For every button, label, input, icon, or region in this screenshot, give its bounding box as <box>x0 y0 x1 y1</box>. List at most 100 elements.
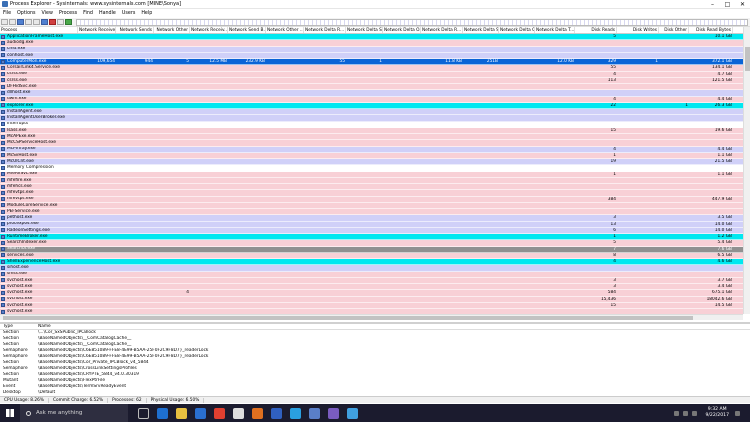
column-header[interactable]: Network Delta O... <box>499 27 535 33</box>
file-explorer-icon[interactable] <box>176 407 187 419</box>
column-header[interactable]: Network Delta R... <box>304 27 346 33</box>
app3-icon[interactable] <box>347 407 358 419</box>
column-header[interactable]: Process <box>0 27 78 33</box>
system-info-icon[interactable] <box>17 19 24 25</box>
vertical-scrollbar[interactable] <box>743 27 750 314</box>
table-cell <box>617 84 659 89</box>
table-cell <box>499 228 535 233</box>
process-icon <box>1 222 5 227</box>
menu-process[interactable]: Process <box>56 11 80 16</box>
table-cell <box>266 59 304 64</box>
app2-icon[interactable] <box>328 407 339 419</box>
find-icon[interactable] <box>57 19 64 25</box>
table-cell: 1.1 GB <box>717 171 732 177</box>
table-cell <box>383 122 421 127</box>
store-icon[interactable] <box>195 407 206 419</box>
menu-options[interactable]: Options <box>14 11 39 16</box>
table-cell: 3.7 GB <box>717 277 732 283</box>
target-icon[interactable] <box>65 19 72 25</box>
table-cell <box>154 278 190 283</box>
table-cell <box>154 47 190 52</box>
table-cell <box>463 184 499 189</box>
column-header[interactable]: Network Delta R... <box>421 27 463 33</box>
menu-handle[interactable]: Handle <box>96 11 119 16</box>
table-cell <box>304 115 346 120</box>
table-cell <box>421 259 463 264</box>
column-header[interactable]: Network Receives <box>78 27 116 33</box>
chrome-icon[interactable] <box>214 407 225 419</box>
table-cell <box>228 134 266 139</box>
table-cell <box>535 78 575 83</box>
table-cell <box>383 140 421 145</box>
process-name: services.exe <box>7 252 34 258</box>
save-icon[interactable] <box>1 19 8 25</box>
show-tree-icon[interactable] <box>25 19 32 25</box>
table-cell <box>575 109 617 114</box>
kill-process-icon[interactable] <box>49 19 56 25</box>
word-icon[interactable] <box>271 407 282 419</box>
column-header[interactable]: Disk Read Bytes <box>689 27 733 33</box>
vertical-scroll-thumb[interactable] <box>745 47 750 71</box>
network-icon[interactable] <box>683 410 689 416</box>
edge-icon[interactable] <box>157 407 168 419</box>
menu-file[interactable]: File <box>0 11 14 16</box>
task-view-icon[interactable] <box>138 407 149 419</box>
column-header[interactable]: Disk Writes <box>617 27 659 33</box>
table-cell <box>266 159 304 164</box>
table-cell <box>346 53 383 58</box>
volume-icon[interactable] <box>692 410 698 416</box>
handles-col-type[interactable]: Type <box>0 324 38 329</box>
table-cell <box>499 103 535 108</box>
column-header[interactable]: Network Delta S... <box>346 27 383 33</box>
menu-help[interactable]: Help <box>138 11 155 16</box>
handles-col-name[interactable]: Name <box>38 324 750 329</box>
column-header[interactable]: Network Receiv... <box>190 27 228 33</box>
table-cell <box>346 140 383 145</box>
column-header[interactable]: Disk Reads <box>575 27 617 33</box>
column-header[interactable]: Network Sends <box>116 27 154 33</box>
table-cell <box>228 72 266 77</box>
dll-view-icon[interactable] <box>41 19 48 25</box>
firefox-icon[interactable] <box>252 407 263 419</box>
menu-find[interactable]: Find <box>80 11 96 16</box>
table-cell <box>617 247 659 252</box>
horizontal-scrollbar[interactable] <box>0 314 743 320</box>
menu-view[interactable]: View <box>39 11 56 16</box>
minimize-button[interactable]: – <box>705 0 720 9</box>
table-cell <box>228 103 266 108</box>
table-cell <box>266 203 304 208</box>
process-explorer-taskbar-icon[interactable] <box>309 407 320 419</box>
table-cell <box>383 153 421 158</box>
table-cell <box>617 122 659 127</box>
close-button[interactable]: ✕ <box>735 0 750 9</box>
column-header[interactable]: Network Delta S... <box>463 27 499 33</box>
clock[interactable]: 9:32 AM 9/22/2017 <box>705 407 729 419</box>
column-header[interactable]: Network Other ... <box>266 27 304 33</box>
lower-pane-icon[interactable] <box>33 19 40 25</box>
column-header[interactable]: Network Delta T... <box>535 27 575 33</box>
cpu-graph[interactable] <box>76 18 748 26</box>
tray-icon[interactable] <box>674 410 680 416</box>
table-cell <box>463 97 499 102</box>
menu-users[interactable]: Users <box>119 11 138 16</box>
table-cell <box>154 153 190 158</box>
column-header[interactable]: Disk Other <box>659 27 689 33</box>
start-button[interactable] <box>0 404 20 422</box>
table-cell <box>78 128 116 133</box>
refresh-icon[interactable] <box>9 19 16 25</box>
table-cell <box>499 247 535 252</box>
maximize-button[interactable]: □ <box>720 0 735 9</box>
table-cell <box>463 153 499 158</box>
taskbar-search[interactable]: Ask me anything <box>20 404 128 422</box>
table-cell <box>304 128 346 133</box>
notifications-icon[interactable] <box>735 410 740 416</box>
app-icon[interactable] <box>233 407 244 419</box>
table-cell <box>383 97 421 102</box>
column-header[interactable]: Network Other <box>154 27 190 33</box>
column-header[interactable]: Network Send B... <box>228 27 266 33</box>
table-cell <box>617 90 659 95</box>
column-header[interactable]: Network Delta O... <box>383 27 421 33</box>
table-cell <box>659 215 689 220</box>
photoshop-icon[interactable] <box>290 407 301 419</box>
horizontal-scroll-thumb[interactable] <box>3 316 693 320</box>
